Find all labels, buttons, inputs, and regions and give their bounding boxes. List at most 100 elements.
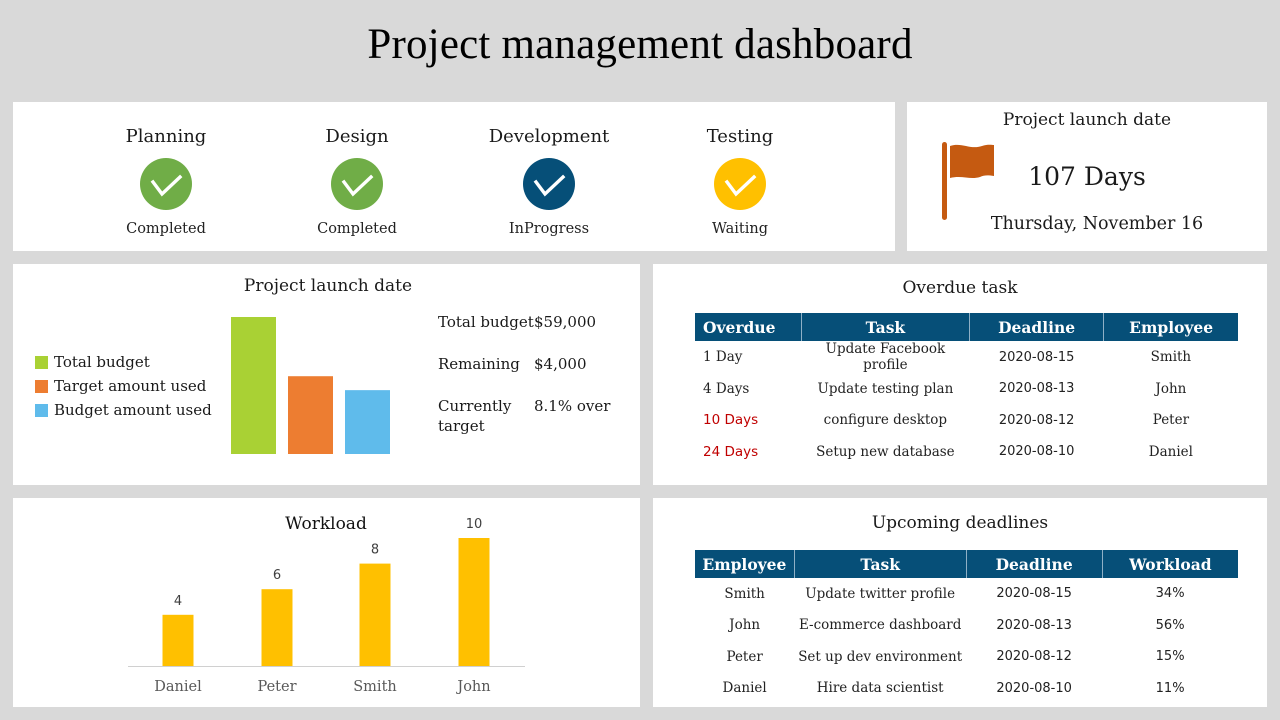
- phase-status: Completed: [126, 221, 206, 237]
- overdue-cell: 10 Days: [703, 412, 759, 429]
- workload-cell: 11%: [1155, 680, 1185, 696]
- deadline-cell: 2020-08-13: [996, 617, 1072, 633]
- workload-cell: 34%: [1155, 586, 1185, 602]
- legend-label: Target amount used: [54, 377, 207, 395]
- deadline-cell: 2020-08-10: [996, 680, 1072, 696]
- task-cell: Update twitter profile: [805, 585, 956, 602]
- workload-cell: 56%: [1155, 617, 1185, 633]
- check-circle-icon: [714, 158, 766, 210]
- phase-status: Waiting: [711, 221, 768, 237]
- data-label: 10: [466, 517, 483, 532]
- launch-title: Project launch date: [1002, 110, 1172, 130]
- check-circle-icon: [140, 158, 192, 210]
- bar-total-budget: [231, 317, 276, 454]
- deadline-cell: 2020-08-10: [998, 444, 1075, 460]
- phase-design[interactable]: Design Completed: [267, 102, 447, 251]
- days-remaining: 107 Days: [1028, 162, 1146, 191]
- deadline-cell: 2020-08-12: [996, 649, 1072, 665]
- legend-item-target-amount-used: Target amount used: [35, 374, 212, 398]
- bar-peter: [261, 589, 293, 666]
- column-header-task[interactable]: Task: [793, 550, 967, 578]
- budget-title: Project launch date: [243, 276, 413, 296]
- stat-total-budget: Total budget $59,000: [438, 312, 624, 332]
- phase-name: Development: [488, 126, 610, 147]
- phase-planning[interactable]: Planning Completed: [76, 102, 256, 251]
- table-row[interactable]: Daniel Hire data scientist 2020-08-10 11…: [695, 673, 1238, 705]
- table-header-row: Employee Task Deadline Workload: [695, 550, 1238, 578]
- overdue-table: Overdue Task Deadline Employee 1 Day Upd…: [695, 313, 1238, 468]
- task-cell: E-commerce dashboard: [798, 617, 962, 634]
- launch-panel: Project launch date 107 Days Thursday, N…: [907, 102, 1267, 251]
- overdue-cell: 1 Day: [703, 349, 743, 365]
- phase-name: Planning: [125, 126, 207, 147]
- task-cell: Update testing plan: [817, 380, 954, 397]
- column-header-deadline[interactable]: Deadline: [968, 313, 1105, 341]
- phase-testing[interactable]: Testing Waiting: [650, 102, 830, 251]
- bar-smith: [359, 563, 391, 666]
- column-header-deadline[interactable]: Deadline: [965, 550, 1103, 578]
- overdue-cell: 4 Days: [703, 380, 750, 397]
- table-row[interactable]: 10 Days configure desktop 2020-08-12 Pet…: [695, 405, 1238, 437]
- legend-swatch: [35, 379, 48, 393]
- task-cell: Hire data scientist: [816, 680, 944, 697]
- legend-label: Budget amount used: [54, 401, 212, 419]
- stat-label: Total budget: [438, 313, 534, 331]
- budget-stats: Total budget $59,000 Remaining $4,000 Cu…: [438, 312, 624, 458]
- deadline-cell: 2020-08-13: [998, 381, 1075, 397]
- check-circle-icon: [523, 158, 575, 210]
- budget-panel: Project launch date Total budget Target …: [13, 264, 640, 485]
- table-row[interactable]: 4 Days Update testing plan 2020-08-13 Jo…: [695, 373, 1238, 405]
- data-label: 8: [371, 543, 379, 558]
- phase-status: InProgress: [508, 221, 590, 237]
- column-header-workload[interactable]: Workload: [1101, 550, 1238, 578]
- phase-development[interactable]: Development InProgress: [459, 102, 639, 251]
- employee-cell: Smith: [724, 585, 765, 602]
- table-row[interactable]: 24 Days Setup new database 2020-08-10 Da…: [695, 436, 1238, 468]
- phases-panel: Planning Completed Design Completed Deve…: [13, 102, 895, 251]
- bar-budget-amount-used: [345, 390, 390, 454]
- employee-cell: Smith: [1150, 349, 1192, 365]
- employee-cell: John: [729, 617, 761, 634]
- column-header-employee[interactable]: Employee: [1103, 313, 1238, 341]
- x-tick-label: Smith: [353, 679, 397, 695]
- stat-value: 8.1% over: [534, 397, 611, 415]
- task-cell: Setup new database: [816, 443, 955, 460]
- deadline-cell: 2020-08-12: [998, 412, 1075, 428]
- table-row[interactable]: 1 Day Update Facebook profile 2020-08-15…: [695, 341, 1238, 373]
- stat-value: $4,000: [534, 355, 587, 373]
- table-row[interactable]: Peter Set up dev environment 2020-08-12 …: [695, 641, 1238, 673]
- legend-swatch: [35, 403, 48, 417]
- overdue-title: Overdue task: [902, 278, 1018, 298]
- stat-label: Currently target: [438, 397, 512, 435]
- column-header-employee[interactable]: Employee: [695, 550, 795, 578]
- data-label: 6: [273, 568, 281, 583]
- stat-currently-target: Currently target 8.1% over: [438, 396, 624, 436]
- legend-swatch: [35, 355, 48, 369]
- table-row[interactable]: Smith Update twitter profile 2020-08-15 …: [695, 578, 1238, 610]
- workload-panel: Workload 4 Daniel 6 Peter 8 Smith 10 John: [13, 498, 640, 707]
- phase-status: Completed: [317, 221, 397, 237]
- bar-john: [458, 538, 490, 666]
- employee-cell: John: [1155, 380, 1187, 397]
- employee-cell: Daniel: [1148, 443, 1193, 460]
- x-tick-label: John: [455, 679, 490, 695]
- employee-cell: Peter: [726, 648, 763, 665]
- legend-item-budget-amount-used: Budget amount used: [35, 398, 212, 422]
- phase-name: Design: [325, 126, 389, 147]
- workload-cell: 15%: [1155, 649, 1185, 665]
- table-header-row: Overdue Task Deadline Employee: [695, 313, 1238, 341]
- deadline-cell: 2020-08-15: [996, 586, 1072, 602]
- table-row[interactable]: John E-commerce dashboard 2020-08-13 56%: [695, 610, 1238, 642]
- legend-item-total-budget: Total budget: [35, 350, 212, 374]
- upcoming-table: Employee Task Deadline Workload Smith Up…: [695, 550, 1238, 704]
- page-title: Project management dashboard: [367, 21, 913, 68]
- workload-chart: Workload 4 Daniel 6 Peter 8 Smith 10 John: [128, 514, 525, 695]
- x-tick-label: Daniel: [154, 679, 202, 695]
- upcoming-panel: Upcoming deadlines Employee Task Deadlin…: [653, 498, 1267, 707]
- phase-name: Testing: [706, 126, 774, 147]
- column-header-overdue[interactable]: Overdue: [695, 313, 802, 341]
- column-header-task[interactable]: Task: [800, 313, 970, 341]
- stat-value: $59,000: [534, 313, 597, 331]
- upcoming-title: Upcoming deadlines: [871, 513, 1049, 533]
- launch-date: Thursday, November 16: [990, 214, 1204, 234]
